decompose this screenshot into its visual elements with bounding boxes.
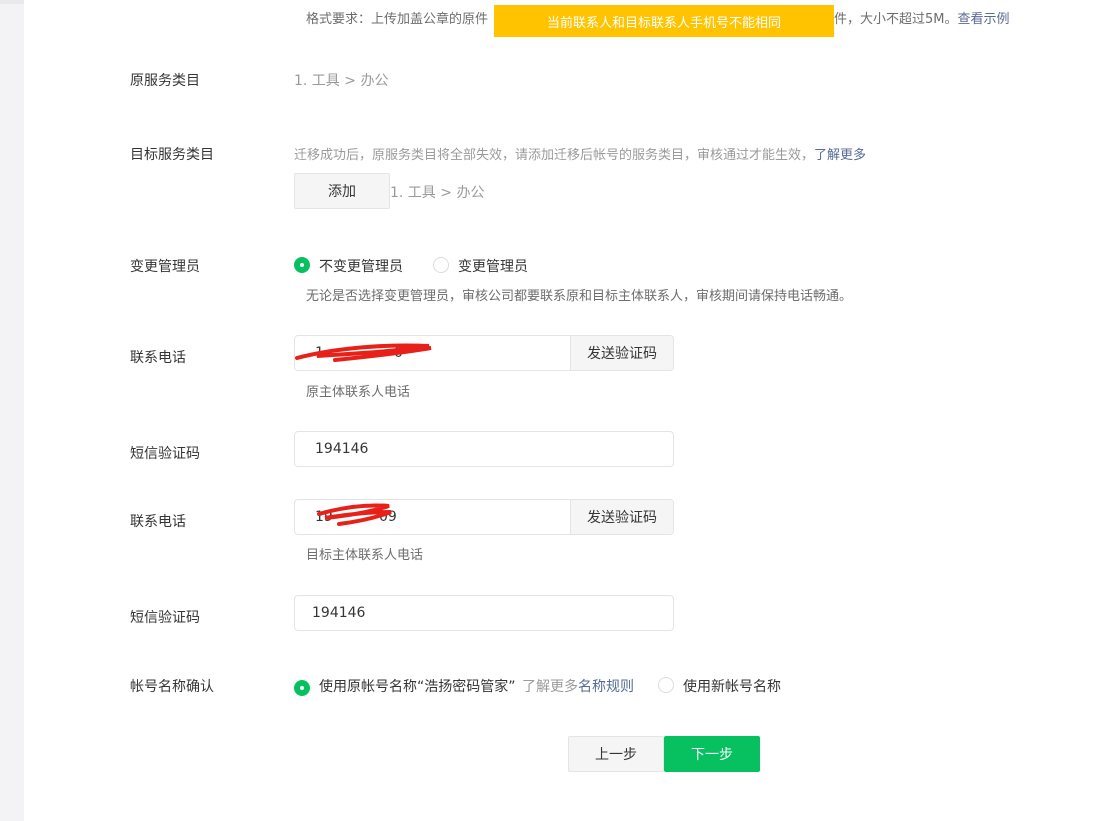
format-requirement-prefix: 格式要求：上传加盖公章的原件	[306, 12, 489, 27]
target-phone-value: 19	[315, 509, 333, 525]
name-rules-link[interactable]: 名称规则	[578, 679, 634, 695]
error-toast: 当前联系人和目标联系人手机号不能相同	[494, 5, 834, 37]
radio-use-new-name[interactable]	[658, 677, 674, 693]
redaction-scribble	[295, 343, 432, 362]
prev-step-button[interactable]: 上一步	[568, 736, 664, 772]
name-rules-prefix: 了解更多	[521, 679, 578, 695]
original-phone-input-group: 1 0 发送验证码	[294, 335, 674, 371]
original-sms-value: 194146	[315, 441, 369, 457]
radio-use-original-name[interactable]	[294, 680, 310, 696]
original-phone-hint: 原主体联系人电话	[306, 385, 411, 400]
target-send-code-button[interactable]: 发送验证码	[570, 500, 673, 534]
original-phone-value: 1	[315, 345, 324, 361]
target-category-value: 1. 工具 > 办公	[390, 185, 485, 201]
form-panel	[24, 0, 1106, 821]
target-sms-label: 短信验证码	[130, 610, 200, 626]
original-phone-label: 联系电话	[130, 350, 186, 366]
target-phone-input-group: 19 09 发送验证码	[294, 499, 674, 535]
target-category-hint-line: 迁移成功后，原服务类目将全部失效，请添加迁移后帐号的服务类目，审核通过才能生效，…	[294, 144, 866, 163]
admin-change-label: 变更管理员	[130, 259, 200, 275]
target-phone-label: 联系电话	[130, 514, 186, 530]
next-step-button[interactable]: 下一步	[664, 736, 760, 772]
radio-keep-admin-label[interactable]: 不变更管理员	[319, 256, 403, 276]
radio-use-new-name-label[interactable]: 使用新帐号名称	[683, 676, 781, 696]
radio-keep-admin[interactable]	[294, 257, 310, 273]
target-sms-value: 194146	[312, 605, 366, 621]
radio-change-admin-label[interactable]: 变更管理员	[458, 256, 528, 276]
original-category-label: 原服务类目	[130, 73, 200, 89]
view-example-link[interactable]: 查看示例	[958, 12, 1010, 27]
target-phone-tail: 09	[379, 509, 397, 525]
original-phone-input[interactable]: 1 0	[295, 336, 570, 370]
learn-more-link[interactable]: 了解更多	[814, 148, 866, 163]
redaction-scribble	[317, 503, 392, 526]
original-category-value: 1. 工具 > 办公	[294, 73, 389, 89]
original-sms-input[interactable]: 194146	[294, 431, 674, 467]
original-phone-tail: 0	[394, 345, 403, 361]
account-name-label: 帐号名称确认	[130, 679, 214, 695]
radio-use-original-name-label: 使用原帐号名称“浩扬密码管家”	[319, 679, 516, 695]
original-send-code-button[interactable]: 发送验证码	[570, 336, 673, 370]
target-category-label: 目标服务类目	[130, 147, 214, 163]
target-sms-input[interactable]: 194146	[294, 595, 674, 631]
target-phone-input[interactable]: 19 09	[295, 500, 570, 534]
format-requirement-text: 件，大小不超过5M。查看示例	[834, 8, 1010, 27]
target-category-hint: 迁移成功后，原服务类目将全部失效，请添加迁移后帐号的服务类目，审核通过才能生效，	[294, 148, 815, 163]
admin-change-hint: 无论是否选择变更管理员，审核公司都要联系原和目标主体联系人，审核期间请保持电话畅…	[306, 289, 853, 304]
original-sms-label: 短信验证码	[130, 446, 200, 462]
radio-change-admin[interactable]	[433, 257, 449, 273]
add-category-button[interactable]: 添加	[294, 173, 390, 209]
target-phone-hint: 目标主体联系人电话	[306, 548, 424, 563]
format-requirement-suffix: 件，大小不超过5M。	[834, 12, 958, 27]
radio-use-original-name-text[interactable]: 使用原帐号名称“浩扬密码管家” 了解更多名称规则	[319, 676, 634, 696]
